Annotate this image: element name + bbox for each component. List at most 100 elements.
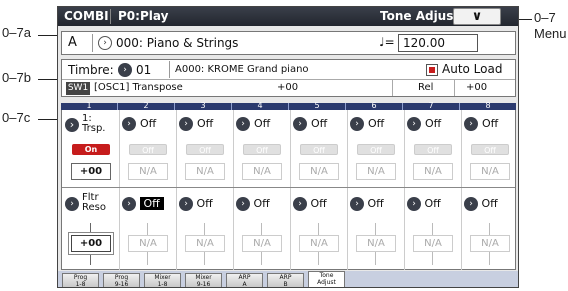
param-value: Off [140, 117, 157, 130]
tab-arp-a[interactable]: ARP A [226, 273, 263, 287]
switch-off-button[interactable]: Off [300, 144, 338, 155]
tab-label-line1: Prog [73, 274, 88, 281]
annotation-0-7c: 0–7c [2, 110, 31, 125]
combination-name[interactable]: 000: Piano & Strings [116, 36, 238, 50]
timbre-number-7: 7 [428, 101, 434, 110]
param-select[interactable]: › Off [236, 117, 270, 131]
timbre-popup-button[interactable]: › [118, 63, 132, 77]
page-title: P0:Play [118, 9, 169, 23]
value-field[interactable]: N/A [242, 163, 282, 180]
param-select-button[interactable]: › [65, 118, 79, 132]
annotation-line-0-7b [38, 79, 57, 80]
slider-value-field[interactable]: N/A [299, 235, 339, 252]
popup-arrow-icon: › [293, 117, 307, 131]
popup-arrow-icon: › [179, 197, 193, 211]
tab-label-line1: ARP [279, 274, 292, 281]
tab-tone-adjust[interactable]: Tone Adjust [308, 271, 345, 287]
value-field[interactable]: +00 [71, 163, 111, 180]
timbre-column-7: › Off Off N/A › Off N/A [404, 110, 460, 270]
param-value: Off [253, 197, 270, 210]
switch-off-button[interactable]: Off [243, 144, 281, 155]
sw-badge: SW1 [66, 82, 90, 95]
timbre-column-5: › Off Off N/A › Off N/A [290, 110, 346, 270]
timbre-number-4: 4 [257, 101, 263, 110]
param-value: Off [254, 117, 271, 130]
tab-arp-b[interactable]: ARP B [267, 273, 304, 287]
timbre-number-5: 5 [314, 101, 320, 110]
param-select[interactable]: › Off [464, 117, 498, 131]
slider-value-field[interactable]: N/A [413, 235, 453, 252]
tab-label-line2: 1-8 [75, 281, 86, 288]
switch-off-button[interactable]: Off [471, 144, 509, 155]
switch-off-button[interactable]: Off [414, 144, 452, 155]
timbre-label: Timbre: [68, 63, 114, 77]
param-value: Off [311, 117, 328, 130]
slider-value-field[interactable]: N/A [242, 235, 282, 252]
bank-select[interactable]: A [68, 35, 77, 50]
value-field[interactable]: N/A [299, 163, 339, 180]
slider-value-field[interactable]: N/A [356, 235, 396, 252]
param-select[interactable]: › Off [407, 117, 441, 131]
tempo-field[interactable]: 120.00 [398, 34, 478, 52]
timbre-column-2: › Off Off N/A › Off N/A [119, 110, 175, 270]
value-field[interactable]: N/A [413, 163, 453, 180]
param-value: Off [424, 197, 441, 210]
program-popup-button[interactable]: › [98, 36, 112, 50]
param-select[interactable]: › Off [122, 197, 164, 211]
timbre-row-divider [62, 79, 515, 80]
timbre-column-1: › 1: Trsp. On +00 › Fltr Reso +00 [62, 110, 118, 270]
annotation-0-7: 0–7 [534, 10, 556, 25]
param-select[interactable]: › Off [407, 197, 441, 211]
popup-arrow-icon: › [293, 197, 307, 211]
param-select[interactable]: › Off [464, 197, 498, 211]
param-select[interactable]: › Off [293, 197, 327, 211]
auto-load-label: Auto Load [442, 62, 503, 76]
slider-value-field[interactable]: +00 [71, 235, 111, 252]
param-select[interactable]: › Off [293, 117, 327, 131]
param-select[interactable]: › Off [179, 117, 213, 131]
sw-value: +00 [277, 82, 299, 93]
sw-mode: Rel [418, 82, 434, 93]
value-field[interactable]: N/A [356, 163, 396, 180]
timbre-number[interactable]: 01 [136, 63, 151, 77]
annotation-line-0-7a [38, 35, 57, 36]
param-name: 1: Trsp. [82, 114, 106, 134]
page-menu-button[interactable]: ∨ [453, 8, 501, 25]
tab-prog-1-8[interactable]: Prog 1-8 [62, 273, 99, 288]
param-select[interactable]: › Off [236, 197, 270, 211]
param-name-line2: Trsp. [82, 123, 106, 134]
slider-value-field[interactable]: N/A [128, 235, 168, 252]
tone-adjust-grid: › 1: Trsp. On +00 › Fltr Reso +00 › Off Off… [61, 110, 516, 270]
tab-label-line1: Mixer [195, 274, 212, 281]
param-name: Fltr Reso [82, 193, 106, 213]
annotation-0-7a: 0–7a [2, 25, 31, 40]
param-select[interactable]: › Off [179, 197, 213, 211]
slider-value-field[interactable]: N/A [185, 235, 225, 252]
slider-value-field[interactable]: N/A [470, 235, 510, 252]
param-select[interactable]: › Off [350, 117, 384, 131]
mode-label: COMBI [64, 9, 109, 23]
switch-on-button[interactable]: On [72, 144, 110, 155]
param-select[interactable]: › Off [122, 117, 156, 131]
tab-mixer-9-16[interactable]: Mixer 9-16 [185, 273, 222, 287]
param-select[interactable]: › Off [350, 197, 384, 211]
switch-off-button[interactable]: Off [186, 144, 224, 155]
param-select-button[interactable]: › [65, 197, 79, 211]
timbre-number-8: 8 [485, 101, 491, 110]
value-field[interactable]: N/A [470, 163, 510, 180]
popup-arrow-icon: › [236, 117, 250, 131]
auto-load-checkbox[interactable] [426, 64, 438, 76]
sw-mode-value: +00 [466, 82, 488, 93]
switch-off-button[interactable]: Off [129, 144, 167, 155]
switch-off-button[interactable]: Off [357, 144, 395, 155]
value-field[interactable]: N/A [128, 163, 168, 180]
tab-mixer-1-8[interactable]: Mixer 1-8 [144, 273, 181, 287]
value-field[interactable]: N/A [185, 163, 225, 180]
param-value: Off [367, 197, 384, 210]
popup-arrow-icon: › [236, 197, 250, 211]
tab-label-line1: Tone [319, 272, 334, 279]
popup-arrow-icon: › [407, 197, 421, 211]
popup-arrow-icon: › [350, 197, 364, 211]
tab-title: Tone Adjust [380, 9, 460, 23]
tab-prog-9-16[interactable]: Prog 9-16 [103, 273, 140, 287]
